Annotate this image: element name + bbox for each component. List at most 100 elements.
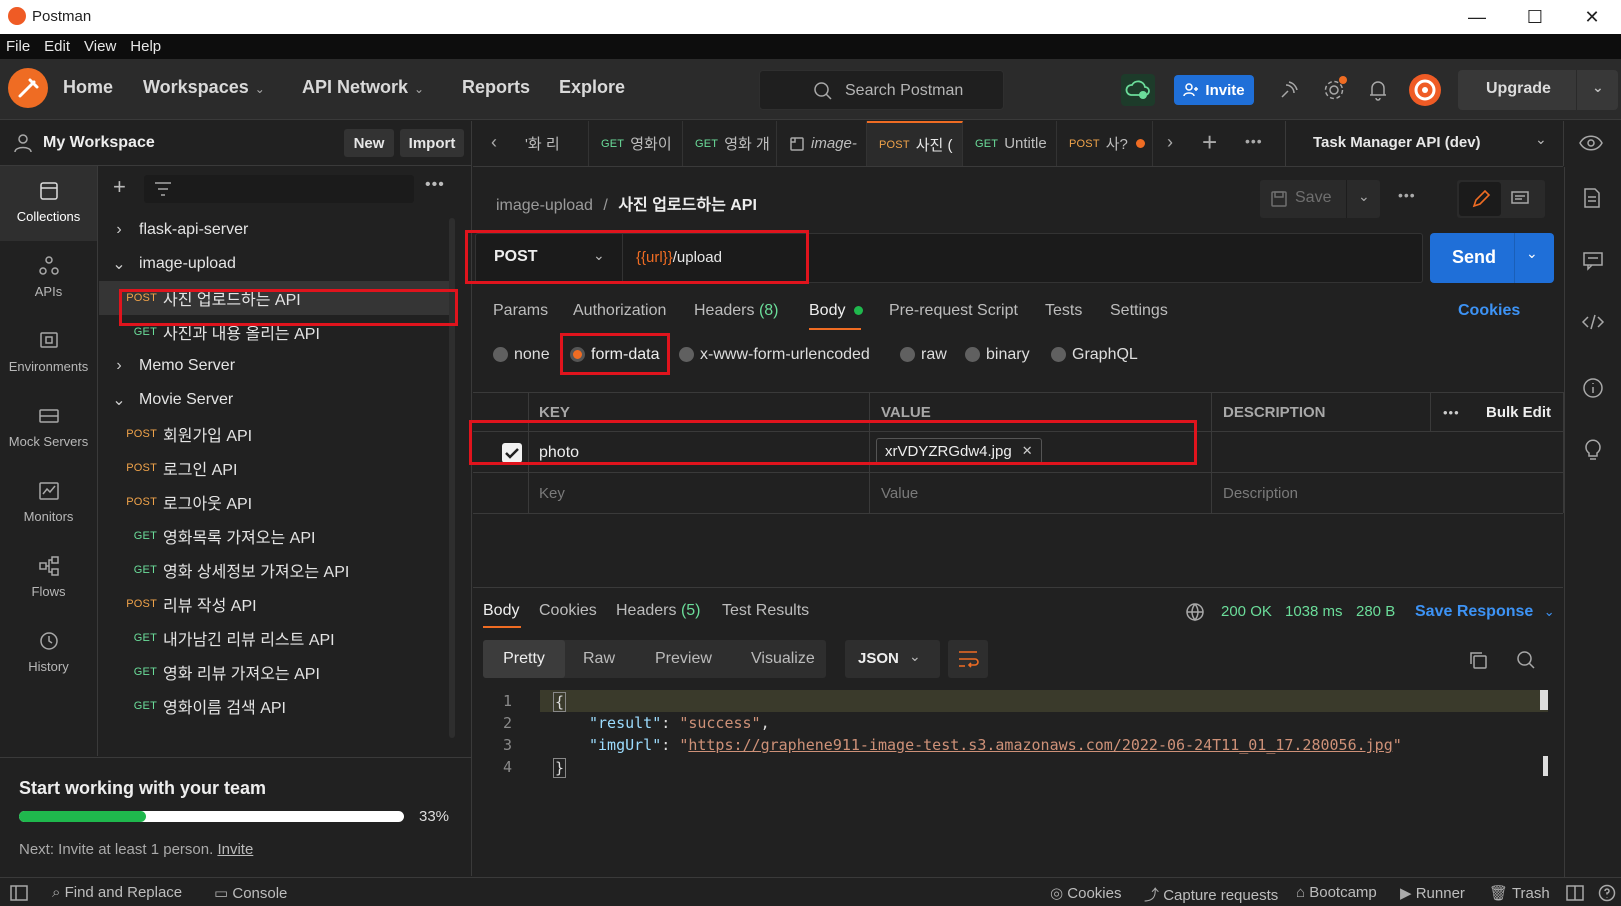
rail-flows[interactable]: Flows bbox=[0, 541, 97, 616]
nav-workspaces[interactable]: Workspaces ⌄ bbox=[143, 77, 265, 98]
help-icon[interactable] bbox=[1598, 884, 1616, 902]
tree-folder-memo-server[interactable]: › Memo Server bbox=[99, 349, 459, 383]
chevron-down-icon[interactable]: ⌄ bbox=[1358, 188, 1370, 205]
tree-folder-movie-server[interactable]: ⌄ Movie Server bbox=[99, 383, 459, 417]
menu-file[interactable]: File bbox=[6, 38, 30, 55]
eye-icon[interactable] bbox=[1579, 134, 1603, 152]
tab-tests[interactable]: Tests bbox=[1045, 302, 1082, 320]
body-mode-none[interactable]: none bbox=[493, 346, 550, 364]
tree-folder-flask-api-server[interactable]: › flask-api-server bbox=[99, 213, 459, 247]
request-options-icon[interactable]: ••• bbox=[1398, 187, 1416, 203]
tree-request[interactable]: POST 리뷰 작성 API bbox=[99, 587, 459, 621]
nav-home[interactable]: Home bbox=[63, 77, 113, 98]
tab-options-icon[interactable]: ••• bbox=[1245, 133, 1263, 149]
runner-button[interactable]: ▶ Runner bbox=[1400, 884, 1465, 902]
upgrade-button[interactable]: Upgrade ⌄ bbox=[1458, 70, 1618, 110]
save-button[interactable]: Save ⌄ bbox=[1260, 180, 1380, 218]
tree-request[interactable]: GET 영화이름 검색 API bbox=[99, 689, 459, 723]
request-tab[interactable]: GET 영화 개 bbox=[683, 121, 777, 166]
request-tab[interactable]: '화 리 bbox=[513, 121, 589, 166]
lightbulb-icon[interactable] bbox=[1583, 437, 1603, 461]
save-response-button[interactable]: Save Response ⌄ bbox=[1415, 603, 1555, 621]
request-tab-active[interactable]: POST 사진 ( bbox=[867, 121, 963, 166]
menu-help[interactable]: Help bbox=[130, 38, 161, 55]
edit-pencil-icon[interactable] bbox=[1459, 182, 1501, 216]
add-icon[interactable]: + bbox=[113, 174, 126, 200]
tree-folder-image-upload[interactable]: ⌄ image-upload bbox=[99, 247, 459, 281]
sync-cloud-icon[interactable] bbox=[1121, 74, 1155, 106]
copy-icon[interactable] bbox=[1468, 650, 1488, 670]
tree-request[interactable]: POST 로그아웃 API bbox=[99, 485, 459, 519]
request-tab[interactable]: GET 영화이 bbox=[589, 121, 683, 166]
comments-icon[interactable] bbox=[1582, 251, 1604, 271]
two-pane-icon[interactable] bbox=[1566, 885, 1584, 901]
format-select[interactable]: JSON ⌄ bbox=[845, 640, 940, 678]
documentation-icon[interactable] bbox=[1582, 187, 1602, 209]
tab-settings[interactable]: Settings bbox=[1110, 302, 1168, 320]
postman-logo-icon[interactable] bbox=[8, 68, 48, 108]
body-mode-binary[interactable]: binary bbox=[965, 346, 1030, 364]
invite-button[interactable]: Invite bbox=[1174, 75, 1254, 105]
filter-input[interactable] bbox=[144, 175, 414, 203]
tab-params[interactable]: Params bbox=[493, 302, 548, 320]
bootcamp-button[interactable]: ⌂ Bootcamp bbox=[1296, 884, 1377, 901]
avatar[interactable] bbox=[1409, 74, 1441, 106]
value-input[interactable]: Value bbox=[881, 485, 918, 502]
breadcrumb-parent[interactable]: image-upload bbox=[496, 197, 593, 214]
bulk-edit-button[interactable]: Bulk Edit bbox=[1486, 404, 1551, 421]
workspace-name[interactable]: My Workspace bbox=[43, 134, 155, 152]
new-button[interactable]: New bbox=[344, 129, 394, 157]
search-bar[interactable]: Search Postman bbox=[759, 70, 1004, 110]
response-tab-cookies[interactable]: Cookies bbox=[539, 602, 597, 620]
body-mode-graphql[interactable]: GraphQL bbox=[1051, 346, 1138, 364]
rail-environments[interactable]: Environments bbox=[0, 316, 97, 391]
response-size[interactable]: 280 B bbox=[1356, 603, 1395, 620]
menu-view[interactable]: View bbox=[84, 38, 116, 55]
tabs-scroll-left-icon[interactable]: ‹ bbox=[491, 132, 497, 153]
scrollbar-thumb[interactable] bbox=[1540, 690, 1548, 710]
request-name[interactable]: 사진 업로드하는 API bbox=[618, 197, 757, 214]
response-tab-headers[interactable]: Headers (5) bbox=[616, 602, 701, 620]
cookies-button[interactable]: ◎ Cookies bbox=[1050, 884, 1121, 902]
body-mode-urlencoded[interactable]: x-www-form-urlencoded bbox=[679, 346, 870, 364]
key-input[interactable]: Key bbox=[539, 485, 565, 502]
rail-apis[interactable]: APIs bbox=[0, 241, 97, 316]
rail-monitors[interactable]: Monitors bbox=[0, 466, 97, 541]
response-tab-body[interactable]: Body bbox=[483, 602, 519, 620]
find-replace-button[interactable]: ⌕ Find and Replace bbox=[52, 884, 182, 901]
tree-request[interactable]: POST 로그인 API bbox=[99, 451, 459, 485]
nav-api-network[interactable]: API Network ⌄ bbox=[302, 77, 424, 98]
chevron-down-icon[interactable]: ⌄ bbox=[1535, 131, 1547, 148]
tree-request[interactable]: POST 회원가입 API bbox=[99, 417, 459, 451]
tab-authorization[interactable]: Authorization bbox=[573, 302, 666, 320]
tree-request[interactable]: GET 내가남긴 리뷰 리스트 API bbox=[99, 621, 459, 655]
view-mode-visualize[interactable]: Visualize bbox=[751, 650, 815, 668]
satellite-icon[interactable] bbox=[1278, 79, 1300, 101]
menu-edit[interactable]: Edit bbox=[44, 38, 70, 55]
view-mode-preview[interactable]: Preview bbox=[655, 650, 712, 668]
chevron-down-icon[interactable]: ⌄ bbox=[1526, 245, 1538, 262]
invite-link[interactable]: Invite bbox=[217, 841, 253, 858]
cookies-link[interactable]: Cookies bbox=[1458, 302, 1520, 320]
response-tab-test-results[interactable]: Test Results bbox=[722, 602, 809, 620]
search-icon[interactable] bbox=[1516, 650, 1536, 670]
nav-explore[interactable]: Explore bbox=[559, 77, 625, 98]
request-tab[interactable]: image- bbox=[777, 121, 867, 166]
new-tab-icon[interactable]: + bbox=[1202, 127, 1217, 158]
table-options-icon[interactable]: ••• bbox=[1443, 405, 1460, 420]
tree-request[interactable]: GET 영화목록 가져오는 API bbox=[99, 519, 459, 553]
console-button[interactable]: ▭ Console bbox=[214, 884, 287, 902]
tabs-scroll-right-icon[interactable]: › bbox=[1167, 132, 1173, 153]
body-mode-raw[interactable]: raw bbox=[900, 346, 947, 364]
request-tab-unsaved[interactable]: POST 사? bbox=[1057, 121, 1153, 166]
import-button[interactable]: Import bbox=[400, 129, 464, 157]
send-button[interactable]: Send ⌄ bbox=[1430, 233, 1554, 283]
rail-collections[interactable]: Collections bbox=[0, 166, 97, 241]
request-tab[interactable]: GET Untitle bbox=[963, 121, 1057, 166]
json-url-link[interactable]: https://graphene911-image-test.s3.amazon… bbox=[688, 736, 1392, 754]
bell-icon[interactable] bbox=[1367, 78, 1389, 102]
tab-body[interactable]: Body bbox=[809, 302, 863, 320]
tab-pre-request-script[interactable]: Pre-request Script bbox=[889, 302, 1018, 320]
settings-gear-icon[interactable] bbox=[1322, 76, 1347, 102]
description-input[interactable]: Description bbox=[1223, 485, 1298, 502]
